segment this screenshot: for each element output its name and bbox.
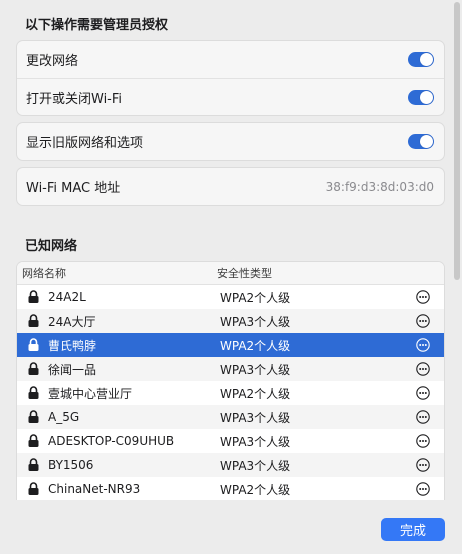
admin-section-title: 以下操作需要管理员授权 xyxy=(25,18,169,33)
lock-icon xyxy=(28,458,39,471)
network-name: BY1506 xyxy=(48,458,94,472)
network-security: WPA2个人级 xyxy=(220,290,291,305)
lock-icon xyxy=(28,434,39,447)
lock-icon xyxy=(28,482,39,495)
network-security: WPA3个人级 xyxy=(220,410,291,425)
legacy-settings-group: 显示旧版网络和选项 xyxy=(16,122,445,161)
network-row[interactable]: BY1506 WPA3个人级 xyxy=(17,453,444,477)
network-name: 徐闻一品 xyxy=(48,362,97,377)
change-network-row: 更改网络 xyxy=(17,41,444,78)
network-row[interactable]: ADESKTOP-C09UHUB WPA3个人级 xyxy=(17,429,444,453)
mac-address-group: Wi-Fi MAC 地址 38:f9:d3:8d:03:d0 xyxy=(16,167,445,206)
known-networks-table: 网络名称 安全性类型 24A2L WPA2个人级 24A大厅 WPA3个人级 曹氏鸭脖 W… xyxy=(16,261,445,500)
network-name: 24A2L xyxy=(48,290,86,304)
settings-scroll-area[interactable]: 以下操作需要管理员授权 更改网络 打开或关闭Wi-Fi 显示旧版网络和选项 Wi… xyxy=(0,0,462,500)
lock-icon xyxy=(28,290,39,303)
toggle-knob xyxy=(420,90,433,104)
network-security: WPA3个人级 xyxy=(220,458,291,473)
toggle-knob xyxy=(420,53,433,66)
network-row[interactable]: A_5G WPA3个人级 xyxy=(17,405,444,429)
column-header-security[interactable]: 安全性类型 xyxy=(217,265,272,281)
more-icon[interactable] xyxy=(416,386,430,400)
lock-icon xyxy=(28,338,39,351)
network-name: ADESKTOP-C09UHUB xyxy=(48,434,175,448)
network-name: A_5G xyxy=(48,410,80,424)
toggle-wifi-row: 打开或关闭Wi-Fi xyxy=(17,78,444,115)
table-body: 24A2L WPA2个人级 24A大厅 WPA3个人级 曹氏鸭脖 WPA2个人级 徐闻一品 W… xyxy=(17,285,444,500)
lock-icon xyxy=(28,362,39,375)
network-security: WPA2个人级 xyxy=(220,338,291,353)
toggle-knob xyxy=(420,135,433,148)
more-icon[interactable] xyxy=(416,290,430,304)
legacy-networks-row: 显示旧版网络和选项 xyxy=(17,123,444,160)
network-security: WPA2个人级 xyxy=(220,482,291,497)
network-name: 曹氏鸭脖 xyxy=(48,338,97,353)
network-security: WPA3个人级 xyxy=(220,434,291,449)
network-security: WPA3个人级 xyxy=(220,314,291,329)
done-button[interactable]: 完成 xyxy=(381,518,445,541)
known-networks-title: 已知网络 xyxy=(25,239,78,254)
network-row[interactable]: 徐闻一品 WPA3个人级 xyxy=(17,357,444,381)
network-security: WPA3个人级 xyxy=(220,362,291,377)
more-icon[interactable] xyxy=(416,458,430,472)
network-name: ChinaNet-NR93 xyxy=(48,482,141,496)
lock-icon xyxy=(28,386,39,399)
more-icon[interactable] xyxy=(416,410,430,424)
lock-icon xyxy=(28,314,39,327)
toggle-wifi-toggle[interactable] xyxy=(408,89,434,105)
column-header-name[interactable]: 网络名称 xyxy=(22,265,66,281)
network-name: 壹城中心营业厅 xyxy=(48,386,133,401)
network-name: 24A大厅 xyxy=(48,314,96,329)
more-icon[interactable] xyxy=(416,314,430,328)
legacy-networks-toggle[interactable] xyxy=(408,134,434,149)
legacy-networks-label: 显示旧版网络和选项 xyxy=(26,136,144,151)
network-row[interactable]: ChinaNet-NR93 WPA2个人级 xyxy=(17,477,444,500)
table-header: 网络名称 安全性类型 xyxy=(17,262,444,285)
mac-address-label: Wi-Fi MAC 地址 xyxy=(26,181,121,196)
network-row[interactable]: 壹城中心营业厅 WPA2个人级 xyxy=(17,381,444,405)
admin-settings-group: 更改网络 打开或关闭Wi-Fi xyxy=(16,40,445,116)
more-icon[interactable] xyxy=(416,338,430,352)
more-icon[interactable] xyxy=(416,482,430,496)
network-row[interactable]: 24A2L WPA2个人级 xyxy=(17,285,444,309)
more-icon[interactable] xyxy=(416,434,430,448)
network-row[interactable]: 24A大厅 WPA3个人级 xyxy=(17,309,444,333)
change-network-toggle[interactable] xyxy=(408,52,434,67)
lock-icon xyxy=(28,410,39,423)
scrollbar[interactable] xyxy=(454,2,460,280)
toggle-wifi-label: 打开或关闭Wi-Fi xyxy=(26,91,123,107)
more-icon[interactable] xyxy=(416,362,430,376)
network-row[interactable]: 曹氏鸭脖 WPA2个人级 xyxy=(17,333,444,357)
network-security: WPA2个人级 xyxy=(220,386,291,401)
mac-address-row: Wi-Fi MAC 地址 38:f9:d3:8d:03:d0 xyxy=(17,168,444,205)
mac-address-value: 38:f9:d3:8d:03:d0 xyxy=(325,179,434,194)
change-network-label: 更改网络 xyxy=(26,54,79,69)
